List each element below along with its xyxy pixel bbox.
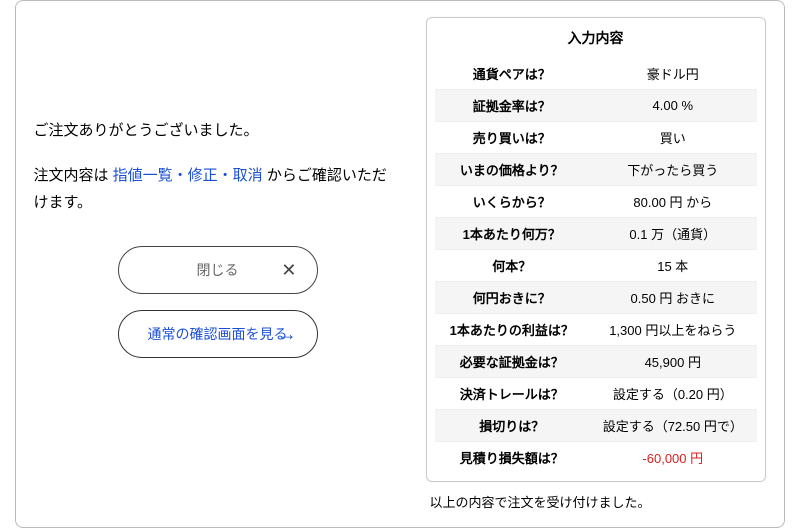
- summary-footer-message: 以上の内容で注文を受け付けました。: [426, 492, 766, 511]
- row-label: 見積り損失額は？: [435, 442, 590, 474]
- table-row: 1本あたりの利益は？1,300 円以上をねらう: [435, 314, 757, 346]
- row-label: 通貨ペアは？: [435, 58, 590, 90]
- row-value: 4.00 %: [589, 90, 756, 122]
- close-button-label: 閉じる: [197, 260, 239, 280]
- row-value: 買い: [589, 122, 756, 154]
- row-label: 何本？: [435, 250, 590, 282]
- row-value: 0.50 円 おきに: [589, 282, 756, 314]
- order-confirmation-panel: ご注文ありがとうございました。 注文内容は 指値一覧・修正・取消 からご確認いた…: [15, 0, 785, 528]
- table-row: 通貨ペアは？豪ドル円: [435, 58, 757, 90]
- input-summary-box: 入力内容 通貨ペアは？豪ドル円証拠金率は？4.00 %売り買いは？買いいまの価格…: [426, 17, 766, 482]
- summary-table: 通貨ペアは？豪ドル円証拠金率は？4.00 %売り買いは？買いいまの価格より？下が…: [435, 58, 757, 473]
- table-row: 証拠金率は？4.00 %: [435, 90, 757, 122]
- row-label: 決済トレールは？: [435, 378, 590, 410]
- row-label: 何円おきに？: [435, 282, 590, 314]
- button-container: 閉じる ✕ 通常の確認画面を見る →: [34, 246, 402, 358]
- table-row: 売り買いは？買い: [435, 122, 757, 154]
- normal-view-label: 通常の確認画面を見る: [148, 324, 288, 344]
- table-row: 1本あたり何万？0.1 万（通貨）: [435, 218, 757, 250]
- limit-order-list-link[interactable]: 指値一覧・修正・取消: [113, 167, 263, 184]
- row-value: 80.00 円 から: [589, 186, 756, 218]
- row-value: 設定する（72.50 円で）: [589, 410, 756, 442]
- close-button[interactable]: 閉じる ✕: [118, 246, 318, 294]
- row-label: 損切りは？: [435, 410, 590, 442]
- row-label: 証拠金率は？: [435, 90, 590, 122]
- row-label: 1本あたり何万？: [435, 218, 590, 250]
- row-label: いくらから？: [435, 186, 590, 218]
- close-icon: ✕: [281, 260, 296, 281]
- table-row: 見積り損失額は？-60,000 円: [435, 442, 757, 474]
- row-value: 下がったら買う: [589, 154, 756, 186]
- row-value: 15 本: [589, 250, 756, 282]
- normal-confirmation-view-button[interactable]: 通常の確認画面を見る →: [118, 310, 318, 358]
- row-value: 1,300 円以上をねらう: [589, 314, 756, 346]
- summary-title: 入力内容: [435, 28, 757, 48]
- row-value: -60,000 円: [589, 442, 756, 474]
- table-row: 必要な証拠金は？45,900 円: [435, 346, 757, 378]
- row-label: いまの価格より？: [435, 154, 590, 186]
- table-row: いくらから？80.00 円 から: [435, 186, 757, 218]
- row-label: 必要な証拠金は？: [435, 346, 590, 378]
- arrow-right-icon: →: [279, 324, 297, 345]
- table-row: 何本？15 本: [435, 250, 757, 282]
- row-value: 45,900 円: [589, 346, 756, 378]
- table-row: いまの価格より？下がったら買う: [435, 154, 757, 186]
- table-row: 決済トレールは？設定する（0.20 円）: [435, 378, 757, 410]
- row-value: 0.1 万（通貨）: [589, 218, 756, 250]
- table-row: 何円おきに？0.50 円 おきに: [435, 282, 757, 314]
- thank-you-message: ご注文ありがとうございました。: [34, 117, 402, 144]
- left-message-area: ご注文ありがとうございました。 注文内容は 指値一覧・修正・取消 からご確認いた…: [34, 17, 402, 511]
- summary-area: 入力内容 通貨ペアは？豪ドル円証拠金率は？4.00 %売り買いは？買いいまの価格…: [426, 17, 766, 511]
- row-value: 設定する（0.20 円）: [589, 378, 756, 410]
- row-label: 売り買いは？: [435, 122, 590, 154]
- row-value: 豪ドル円: [589, 58, 756, 90]
- row-label: 1本あたりの利益は？: [435, 314, 590, 346]
- confirm-prefix: 注文内容は: [34, 167, 113, 184]
- table-row: 損切りは？設定する（72.50 円で）: [435, 410, 757, 442]
- confirm-instruction: 注文内容は 指値一覧・修正・取消 からご確認いただけます。: [34, 162, 402, 216]
